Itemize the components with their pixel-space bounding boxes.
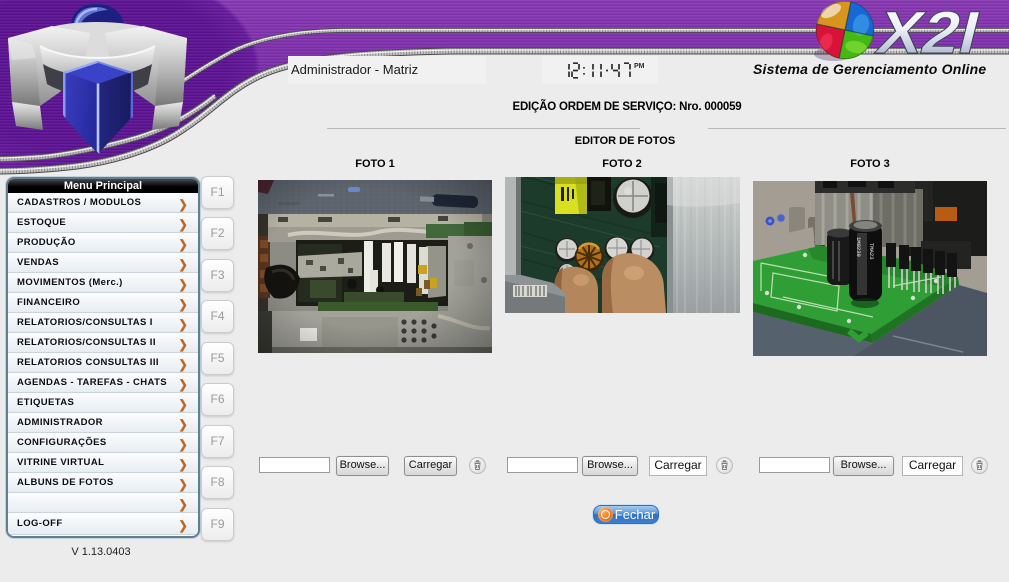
svg-text:1M0239: 1M0239: [855, 237, 862, 257]
svg-text:PM: PM: [634, 63, 645, 70]
svg-text:X2I: X2I: [871, 0, 988, 66]
svg-text:TMA23: TMA23: [868, 243, 875, 260]
